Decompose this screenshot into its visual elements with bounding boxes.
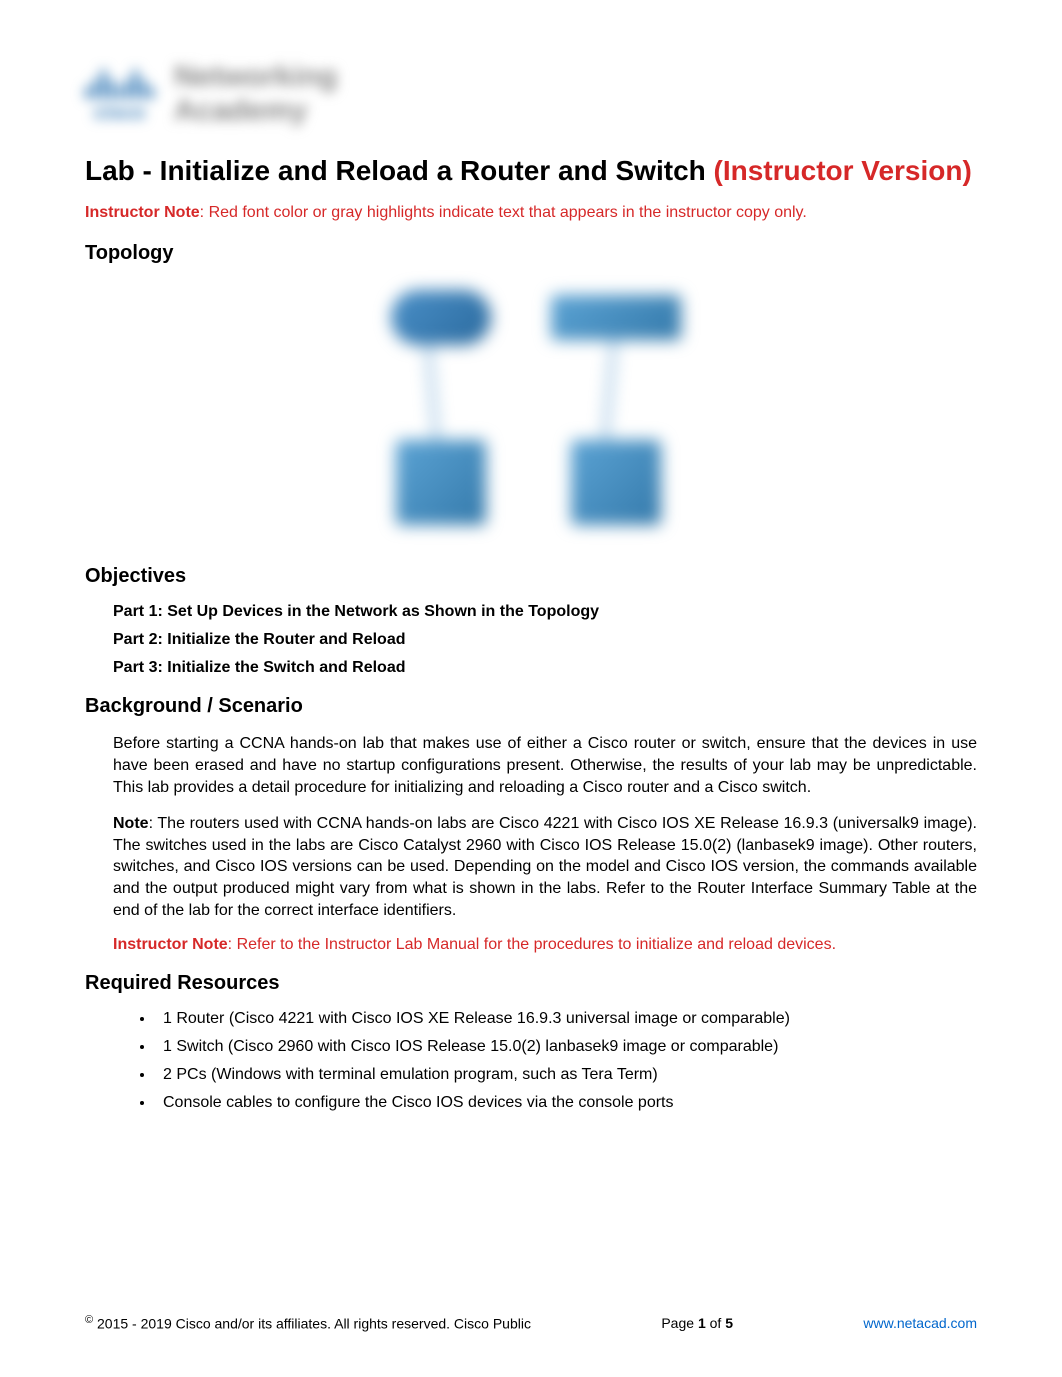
background-heading: Background / Scenario	[85, 695, 977, 718]
page-title: Lab - Initialize and Reload a Router and…	[85, 153, 977, 189]
instructor-note-mid-text: : Refer to the Instructor Lab Manual for…	[228, 936, 836, 953]
logo-networking: Networking	[174, 60, 337, 94]
netacad-link[interactable]: www.netacad.com	[863, 1315, 977, 1331]
pc-left-icon	[396, 440, 486, 525]
copyright-icon: ©	[85, 1314, 93, 1326]
cable-right-icon	[604, 340, 616, 440]
objectives-heading: Objectives	[85, 565, 977, 588]
objectives-list: Part 1: Set Up Devices in the Network as…	[85, 603, 977, 677]
logo-area: cisco Networking Academy	[85, 60, 977, 128]
instructor-note-mid: Instructor Note: Refer to the Instructor…	[85, 936, 977, 954]
objective-part3: Part 3: Initialize the Switch and Reload	[113, 659, 977, 677]
resource-cables: Console cables to configure the Cisco IO…	[155, 1094, 977, 1112]
page-total: 5	[725, 1315, 733, 1331]
instructor-note-mid-label: Instructor Note	[113, 936, 228, 953]
switch-icon	[551, 295, 681, 340]
background-note: Note: The routers used with CCNA hands-o…	[85, 813, 977, 921]
copyright: © 2015 - 2019 Cisco and/or its affiliate…	[85, 1314, 531, 1332]
instructor-note-top: Instructor Note: Red font color or gray …	[85, 204, 977, 222]
objective-part1: Part 1: Set Up Devices in the Network as…	[113, 603, 977, 621]
page-current: 1	[698, 1315, 706, 1331]
title-version: (Instructor Version)	[714, 155, 972, 186]
resources-list: 1 Router (Cisco 4221 with Cisco IOS XE R…	[85, 1010, 977, 1112]
background-para1: Before starting a CCNA hands-on lab that…	[85, 733, 977, 798]
page-label: Page	[661, 1315, 698, 1331]
resources-heading: Required Resources	[85, 972, 977, 995]
topology-diagram	[85, 285, 977, 535]
note-text: : The routers used with CCNA hands-on la…	[113, 815, 977, 918]
resource-router: 1 Router (Cisco 4221 with Cisco IOS XE R…	[155, 1010, 977, 1028]
logo-words: Networking Academy	[174, 60, 337, 128]
copyright-text: 2015 - 2019 Cisco and/or its affiliates.…	[93, 1316, 531, 1332]
page-number: Page 1 of 5	[661, 1315, 733, 1331]
objective-part2: Part 2: Initialize the Router and Reload	[113, 631, 977, 649]
cisco-bars-icon	[85, 64, 154, 99]
topology-heading: Topology	[85, 242, 977, 265]
instructor-note-text: : Red font color or gray highlights indi…	[200, 204, 807, 221]
resource-switch: 1 Switch (Cisco 2960 with Cisco IOS Rele…	[155, 1038, 977, 1056]
cisco-brand-text: cisco	[94, 102, 145, 125]
pc-right-icon	[571, 440, 661, 525]
title-main: Lab - Initialize and Reload a Router and…	[85, 155, 714, 186]
cisco-logo: cisco	[85, 64, 154, 125]
resource-pcs: 2 PCs (Windows with terminal emulation p…	[155, 1066, 977, 1084]
instructor-note-label: Instructor Note	[85, 204, 200, 221]
logo-academy: Academy	[174, 94, 337, 128]
note-label: Note	[113, 815, 149, 832]
footer: © 2015 - 2019 Cisco and/or its affiliate…	[85, 1314, 977, 1332]
page-of: of	[706, 1315, 725, 1331]
router-icon	[391, 290, 491, 345]
cable-left-icon	[427, 345, 439, 445]
